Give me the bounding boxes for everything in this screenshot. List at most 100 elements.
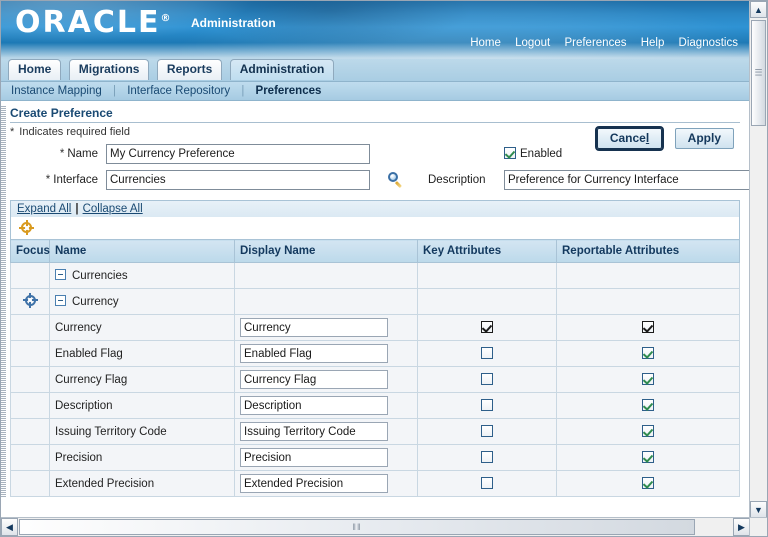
expand-all-link[interactable]: Expand All (17, 203, 71, 215)
subtab-interface-repository[interactable]: Interface Repository (127, 85, 230, 97)
tab-administration[interactable]: Administration (229, 59, 335, 80)
row-name-label: Description (55, 399, 113, 412)
column-header-display-name: Display Name (234, 239, 418, 263)
scroll-up-button[interactable]: ▲ (750, 1, 767, 18)
collapse-all-link[interactable]: Collapse All (83, 203, 143, 215)
global-link-logout[interactable]: Logout (515, 37, 550, 49)
registered-mark: ® (160, 13, 171, 24)
collapse-toggle-icon[interactable] (55, 295, 66, 306)
content-left-edge (1, 106, 6, 497)
global-link-preferences[interactable]: Preferences (564, 37, 626, 49)
reportable-attribute-checkbox[interactable] (642, 373, 654, 385)
horizontal-scrollbar[interactable]: ◀ ‖‖ ▶ (1, 517, 750, 536)
interface-input[interactable] (106, 170, 370, 190)
global-links: Home Logout Preferences Help Diagnostics (459, 37, 738, 49)
table-row: Currency (10, 314, 740, 341)
column-header-reportable-attributes: Reportable Attributes (556, 239, 740, 263)
vertical-scrollbar[interactable]: ▲ ☰ ▼ (749, 1, 767, 518)
key-attribute-checkbox[interactable] (481, 425, 493, 437)
reportable-attribute-checkbox[interactable] (642, 347, 654, 359)
reportable-attribute-checkbox[interactable] (642, 451, 654, 463)
reportable-attribute-checkbox[interactable] (642, 425, 654, 437)
attributes-table-region: Expand All | Collapse All Focus Name Dis… (10, 200, 740, 497)
name-label: * Name (20, 148, 98, 160)
display-name-input[interactable] (240, 318, 388, 337)
table-header-row: Focus Name Display Name Key Attributes R… (10, 239, 740, 263)
collapse-toggle-icon[interactable] (55, 269, 66, 280)
row-key-attribute-cell (417, 418, 557, 445)
table-row: Currency (10, 288, 740, 315)
horizontal-scrollbar-thumb[interactable]: ‖‖ (19, 519, 695, 535)
row-name-label: Precision (55, 451, 103, 464)
key-attribute-checkbox[interactable] (481, 477, 493, 489)
table-row: Extended Precision (10, 470, 740, 497)
row-display-name-cell (234, 470, 418, 497)
reportable-attribute-checkbox[interactable] (642, 399, 654, 411)
column-header-focus: Focus (10, 239, 50, 263)
row-focus-cell (10, 366, 50, 393)
tab-home[interactable]: Home (8, 59, 62, 80)
row-name-cell: Extended Precision (49, 470, 235, 497)
row-key-attribute-cell (417, 314, 557, 341)
global-link-help[interactable]: Help (641, 37, 665, 49)
display-name-input[interactable] (240, 422, 388, 441)
page-content: Create Preference * Indicates required fi… (1, 106, 750, 497)
application-window: ORACLE® Administration Home Logout Prefe… (0, 0, 768, 537)
subtab-preferences[interactable]: Preferences (256, 85, 322, 97)
row-name-cell: Description (49, 392, 235, 419)
tab-migrations[interactable]: Migrations (68, 59, 150, 80)
row-focus-icon[interactable] (22, 292, 38, 308)
key-attribute-checkbox[interactable] (481, 399, 493, 411)
global-link-diagnostics[interactable]: Diagnostics (679, 37, 738, 49)
row-name-label: Extended Precision (55, 477, 155, 490)
global-link-home[interactable]: Home (470, 37, 501, 49)
row-key-attribute-cell (417, 288, 557, 315)
row-name-cell: Currency (49, 288, 235, 315)
row-focus-cell (10, 314, 50, 341)
display-name-input[interactable] (240, 396, 388, 415)
table-row: Issuing Territory Code (10, 418, 740, 445)
row-name-cell: Enabled Flag (49, 340, 235, 367)
display-name-input[interactable] (240, 474, 388, 493)
row-name-cell: Currencies (49, 262, 235, 289)
subtab-instance-mapping[interactable]: Instance Mapping (11, 85, 102, 97)
table-row: Enabled Flag (10, 340, 740, 367)
table-row: Currencies (10, 262, 740, 289)
key-attribute-checkbox[interactable] (481, 451, 493, 463)
row-display-name-cell (234, 366, 418, 393)
scroll-left-button[interactable]: ◀ (1, 518, 18, 536)
scroll-down-button[interactable]: ▼ (750, 501, 767, 518)
name-input[interactable] (106, 144, 370, 164)
key-attribute-checkbox[interactable] (481, 347, 493, 359)
table-row: Precision (10, 444, 740, 471)
tab-reports[interactable]: Reports (156, 59, 223, 80)
row-name-label: Currency (55, 321, 102, 334)
vertical-scrollbar-thumb[interactable]: ☰ (751, 20, 766, 126)
main-tab-strip: Home Migrations Reports Administration (1, 59, 750, 81)
oracle-logo: ORACLE® (15, 8, 170, 38)
scroll-up-arrow-icon: ▲ (754, 4, 763, 15)
table-row: Description (10, 392, 740, 419)
enabled-checkbox[interactable] (504, 147, 516, 159)
reportable-attribute-checkbox[interactable] (642, 477, 654, 489)
description-input[interactable] (504, 170, 750, 190)
display-name-input[interactable] (240, 344, 388, 363)
table-row: Currency Flag (10, 366, 740, 393)
display-name-input[interactable] (240, 448, 388, 467)
scroll-right-arrow-icon: ▶ (738, 521, 745, 532)
key-attribute-checkbox[interactable] (481, 373, 493, 385)
row-reportable-attribute-cell (556, 470, 740, 497)
key-attribute-checkbox[interactable] (481, 321, 493, 333)
row-focus-cell (10, 262, 50, 289)
row-reportable-attribute-cell (556, 444, 740, 471)
reportable-attribute-checkbox[interactable] (642, 321, 654, 333)
scroll-left-arrow-icon: ◀ (6, 521, 13, 532)
application-title: Administration (191, 16, 276, 30)
row-reportable-attribute-cell (556, 288, 740, 315)
focus-target-icon[interactable] (19, 220, 34, 235)
display-name-input[interactable] (240, 370, 388, 389)
search-icon[interactable] (388, 172, 404, 189)
row-display-name-cell (234, 288, 418, 315)
scroll-right-button[interactable]: ▶ (733, 518, 750, 536)
expand-bar-separator: | (75, 203, 79, 215)
